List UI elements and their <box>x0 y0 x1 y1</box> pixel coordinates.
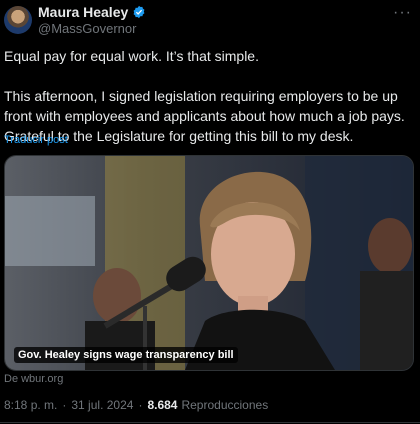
avatar[interactable] <box>4 6 32 34</box>
post-meta: 8:18 p. m. · 31 jul. 2024 · 8.684 Reprod… <box>4 398 268 412</box>
verified-badge-icon <box>133 5 145 19</box>
link-source[interactable]: De wbur.org <box>4 373 63 385</box>
media-image <box>5 156 413 370</box>
post-header: Maura Healey @MassGovernor <box>4 4 146 36</box>
media-caption: Gov. Healey signs wage transparency bill <box>14 347 238 363</box>
author-names: Maura Healey @MassGovernor <box>38 4 146 36</box>
name-row: Maura Healey <box>38 4 146 20</box>
post-text: Equal pay for equal work. It’s that simp… <box>4 46 410 146</box>
translate-post-link[interactable]: Traducir post <box>4 134 68 146</box>
views-count: 8.684 <box>147 398 178 412</box>
post-date[interactable]: 31 jul. 2024 <box>71 398 133 412</box>
author-display-name[interactable]: Maura Healey <box>38 4 128 20</box>
post-line-1: Equal pay for equal work. It’s that simp… <box>4 48 259 64</box>
divider <box>0 422 420 423</box>
author-handle[interactable]: @MassGovernor <box>38 21 146 36</box>
more-options-icon[interactable]: ··· <box>393 4 412 22</box>
media-card[interactable]: Gov. Healey signs wage transparency bill <box>4 155 414 371</box>
meta-separator: · <box>62 398 67 412</box>
meta-separator-2: · <box>138 398 143 412</box>
views-label: Reproducciones <box>181 398 269 412</box>
post-time[interactable]: 8:18 p. m. <box>4 398 57 412</box>
